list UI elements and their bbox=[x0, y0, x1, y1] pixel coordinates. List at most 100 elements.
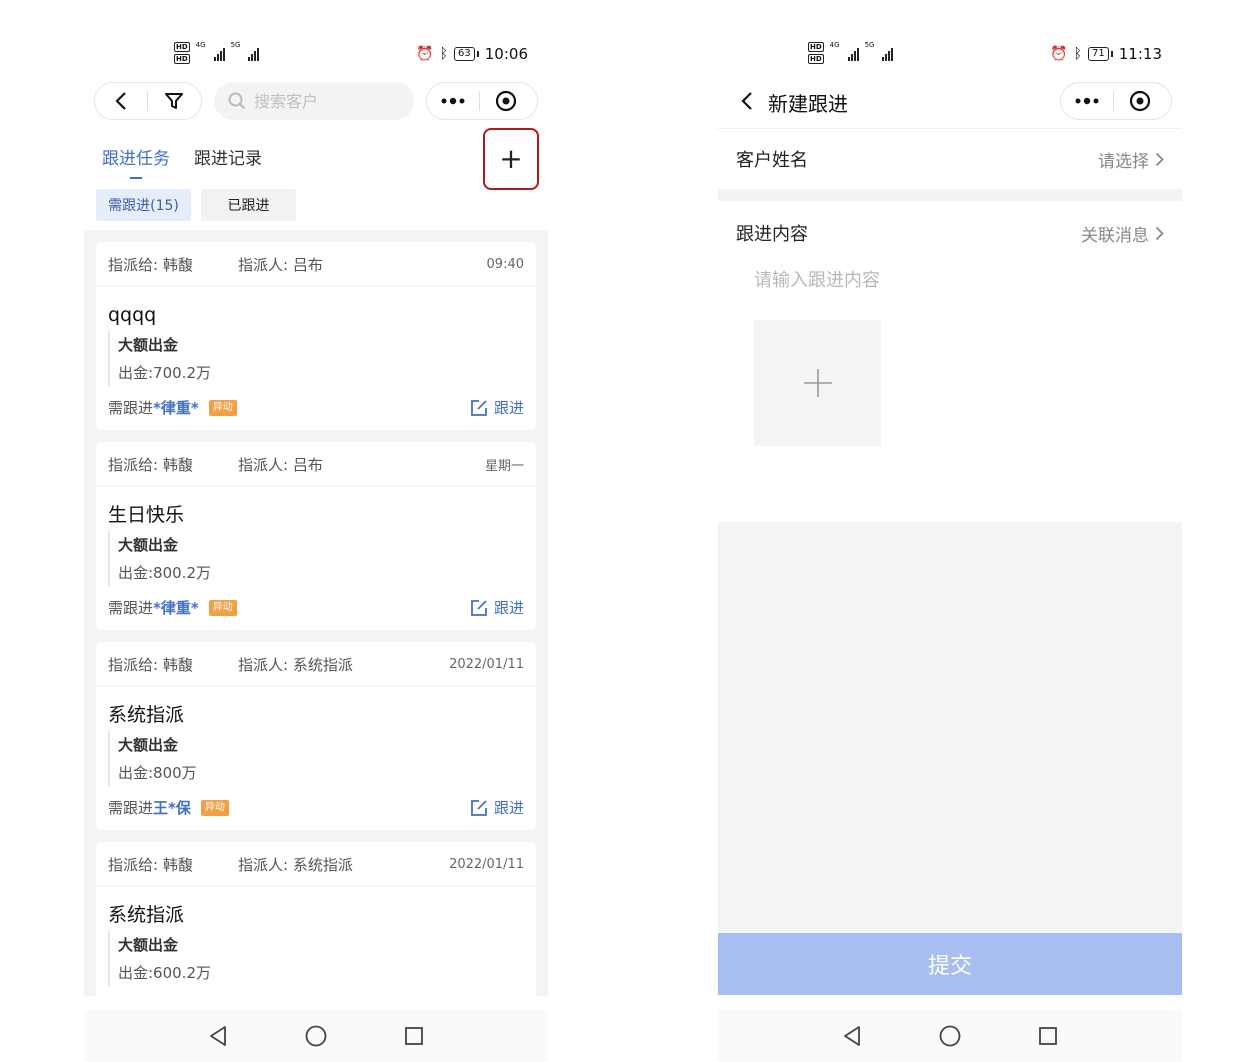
task-category: 大额出金 bbox=[118, 336, 179, 354]
task-card[interactable]: 指派给: 韩馥 指派人: 吕布 09:40 qqqq 大额出金 出金:700.2… bbox=[96, 242, 536, 430]
tab-bar: 跟进任务 跟进记录 bbox=[102, 144, 262, 179]
task-amount: 出金:800.2万 bbox=[118, 564, 211, 582]
more-button[interactable] bbox=[427, 83, 479, 119]
task-amount: 出金:700.2万 bbox=[118, 364, 211, 382]
alarm-icon: ⏰ bbox=[416, 46, 434, 62]
close-miniprogram-button[interactable] bbox=[1114, 83, 1166, 119]
follow-button[interactable]: 跟进 bbox=[470, 797, 524, 818]
task-card[interactable]: 指派给: 韩馥 指派人: 系统指派 2022/01/11 系统指派 大额出金 出… bbox=[96, 642, 536, 830]
page-title: 新建跟进 bbox=[768, 92, 848, 116]
edit-icon bbox=[471, 799, 487, 816]
edit-icon bbox=[471, 599, 487, 616]
more-dots-icon bbox=[441, 97, 465, 105]
system-back-button[interactable] bbox=[201, 1019, 235, 1053]
system-nav-bar bbox=[718, 1010, 1182, 1062]
task-time: 2022/01/11 bbox=[449, 656, 524, 672]
submit-button[interactable]: 提交 bbox=[718, 933, 1182, 995]
task-time: 09:40 bbox=[486, 256, 524, 272]
assigner: 指派人: 吕布 bbox=[238, 455, 323, 474]
signal-icon bbox=[248, 45, 260, 61]
form-background bbox=[718, 522, 1182, 933]
system-home-button[interactable] bbox=[933, 1019, 967, 1053]
need-follow-label: 需跟进 bbox=[108, 599, 154, 617]
task-title: qqqq bbox=[108, 304, 157, 326]
follow-button[interactable]: 跟进 bbox=[470, 397, 524, 418]
triangle-back-icon bbox=[844, 1026, 860, 1046]
status-bar: HD HD 4G 5G ⏰ ᛒ 71 11:13 bbox=[808, 41, 1162, 64]
system-back-button[interactable] bbox=[835, 1019, 869, 1053]
need-follow-label: 需跟进 bbox=[108, 399, 154, 417]
menu-capsule bbox=[426, 82, 538, 120]
status-badge: 异动 bbox=[200, 799, 229, 816]
follow-content-row: 跟进内容 关联消息 bbox=[718, 204, 1182, 262]
search-icon bbox=[228, 92, 246, 110]
tab-follow-records[interactable]: 跟进记录 bbox=[194, 144, 262, 169]
follow-button[interactable]: 跟进 bbox=[470, 597, 524, 618]
follow-content-label: 跟进内容 bbox=[736, 224, 808, 245]
left-phone-screen: HD HD 4G 5G ⏰ ᛒ 63 10:06 搜索客户 跟进任务 跟进记录 … bbox=[84, 0, 548, 1062]
add-highlight-box: + bbox=[483, 128, 539, 190]
hd-icon: HD HD bbox=[808, 42, 824, 64]
target-icon bbox=[495, 90, 517, 112]
more-dots-icon bbox=[1075, 97, 1099, 105]
clock: 11:13 bbox=[1118, 45, 1162, 63]
system-recents-button[interactable] bbox=[1031, 1019, 1065, 1053]
task-category: 大额出金 bbox=[118, 936, 179, 954]
edit-icon bbox=[471, 399, 487, 416]
task-title: 系统指派 bbox=[108, 704, 185, 726]
link-message-button[interactable]: 关联消息 bbox=[1081, 221, 1164, 246]
add-button[interactable]: + bbox=[499, 145, 522, 173]
triangle-back-icon bbox=[210, 1026, 226, 1046]
target-icon bbox=[1129, 90, 1151, 112]
assignee: 指派给: 韩馥 bbox=[108, 255, 193, 274]
chevron-right-icon bbox=[1155, 152, 1164, 166]
back-button[interactable] bbox=[732, 86, 762, 116]
filter-chips: 需跟进(15) 已跟进 bbox=[96, 189, 296, 221]
signal-icon bbox=[213, 45, 225, 61]
filter-button[interactable] bbox=[148, 83, 200, 119]
filter-icon bbox=[165, 93, 183, 109]
assignee: 指派给: 韩馥 bbox=[108, 455, 193, 474]
search-input[interactable] bbox=[254, 91, 394, 111]
task-category: 大额出金 bbox=[118, 536, 179, 554]
circle-home-icon bbox=[939, 1025, 961, 1047]
chevron-right-icon bbox=[1155, 226, 1164, 240]
system-home-button[interactable] bbox=[299, 1019, 333, 1053]
task-time: 2022/01/11 bbox=[449, 856, 524, 872]
status-badge: 异动 bbox=[208, 599, 237, 616]
status-bar: HD HD 4G 5G ⏰ ᛒ 63 10:06 bbox=[174, 41, 528, 64]
system-nav-bar bbox=[84, 1010, 548, 1062]
follow-content-input[interactable] bbox=[754, 266, 1154, 302]
customer-select[interactable]: 请选择 bbox=[1098, 147, 1164, 172]
task-card[interactable]: 指派给: 韩馥 指派人: 吕布 星期一 生日快乐 大额出金 出金:800.2万 … bbox=[96, 442, 536, 630]
system-recents-button[interactable] bbox=[397, 1019, 431, 1053]
circle-home-icon bbox=[305, 1025, 327, 1047]
chip-followed[interactable]: 已跟进 bbox=[201, 189, 296, 221]
upload-image-button[interactable] bbox=[754, 320, 881, 446]
task-category: 大额出金 bbox=[118, 736, 179, 754]
assigner: 指派人: 系统指派 bbox=[238, 855, 353, 874]
task-card[interactable]: 指派给: 韩馥 指派人: 系统指派 2022/01/11 系统指派 大额出金 出… bbox=[96, 842, 536, 996]
customer-name: *律重* bbox=[153, 399, 199, 417]
tab-follow-tasks[interactable]: 跟进任务 bbox=[102, 144, 170, 179]
bluetooth-icon: ᛒ bbox=[439, 46, 449, 62]
status-badge: 异动 bbox=[208, 399, 237, 416]
customer-name: 王*保 bbox=[153, 799, 191, 817]
chip-need-follow[interactable]: 需跟进(15) bbox=[96, 189, 191, 221]
alarm-icon: ⏰ bbox=[1050, 46, 1068, 62]
more-button[interactable] bbox=[1061, 83, 1113, 119]
nav-capsule-left bbox=[94, 82, 202, 120]
right-phone-screen: HD HD 4G 5G ⏰ ᛒ 71 11:13 新建跟进 客户姓名 请选择 跟… bbox=[718, 0, 1182, 1062]
battery-icon: 63 bbox=[454, 47, 479, 61]
clock: 10:06 bbox=[484, 45, 528, 63]
search-box bbox=[214, 82, 414, 120]
customer-name-label: 客户姓名 bbox=[736, 150, 808, 171]
close-miniprogram-button[interactable] bbox=[480, 83, 532, 119]
customer-name-row[interactable]: 客户姓名 请选择 bbox=[718, 130, 1182, 188]
need-follow-label: 需跟进 bbox=[108, 799, 154, 817]
assignee: 指派给: 韩馥 bbox=[108, 855, 193, 874]
back-button[interactable] bbox=[95, 83, 147, 119]
square-recents-icon bbox=[405, 1027, 423, 1045]
signal-icon bbox=[847, 45, 859, 61]
customer-name: *律重* bbox=[153, 599, 199, 617]
